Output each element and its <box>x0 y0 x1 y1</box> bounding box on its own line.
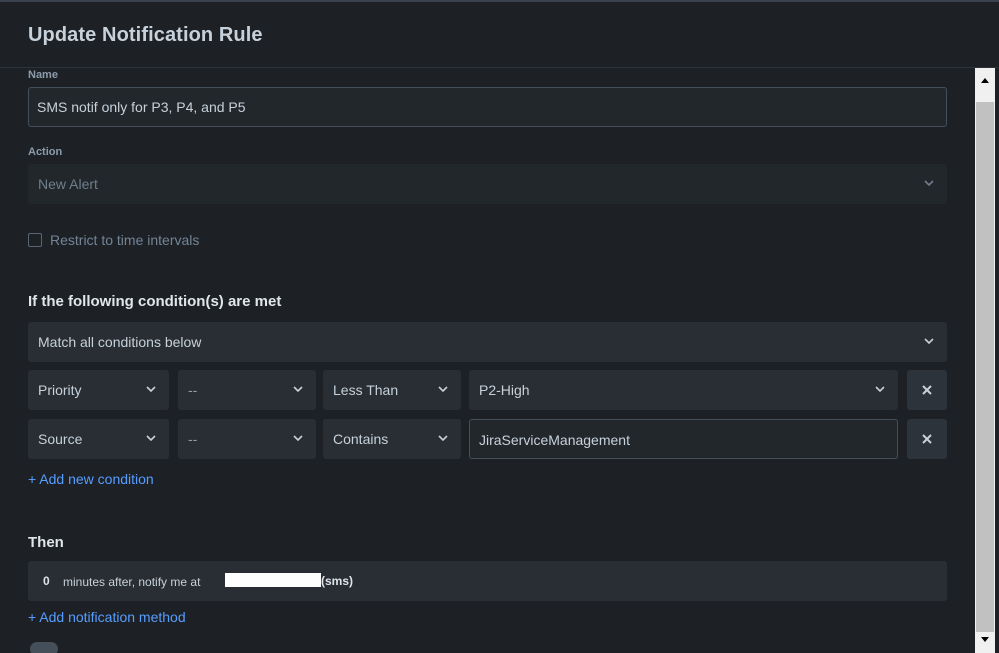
notify-channel: (sms) <box>321 574 354 588</box>
notify-description: minutes after, notify me at <box>63 575 201 589</box>
condition-1-operator-select[interactable]: Less Than <box>323 370 461 410</box>
chevron-down-icon <box>924 180 934 187</box>
condition-1-operator-value: Less Than <box>333 382 399 398</box>
action-label: Action <box>28 146 63 158</box>
condition-1-remove-button[interactable] <box>907 370 947 410</box>
dialog-content: Name SMS notif only for P3, P4, and P5 A… <box>0 68 972 653</box>
chevron-down-icon <box>438 435 448 442</box>
notify-delay-minutes[interactable]: 0 <box>43 574 50 588</box>
conditions-heading: If the following condition(s) are met <box>28 293 282 310</box>
scroll-up-arrow-icon[interactable] <box>976 72 994 89</box>
condition-2-value-input[interactable]: JiraServiceManagement <box>469 419 898 459</box>
toggle-switch[interactable] <box>30 642 58 653</box>
condition-2-modifier-value: -- <box>188 431 198 447</box>
then-heading: Then <box>28 534 64 551</box>
action-select[interactable]: New Alert <box>28 164 947 204</box>
restrict-time-intervals-label: Restrict to time intervals <box>50 232 200 248</box>
chevron-down-icon <box>146 386 156 393</box>
update-notification-rule-dialog: Update Notification Rule Name SMS notif … <box>0 0 999 653</box>
condition-2-operator-value: Contains <box>333 431 389 447</box>
chevron-down-icon <box>293 435 303 442</box>
notification-method-row[interactable]: 0 minutes after, notify me at (sms) <box>28 561 947 601</box>
condition-1-value-select[interactable]: P2-High <box>469 370 898 410</box>
restrict-time-intervals-checkbox[interactable] <box>28 233 42 247</box>
close-icon <box>922 385 932 395</box>
match-conditions-value: Match all conditions below <box>38 334 202 350</box>
redacted-contact <box>225 573 321 587</box>
chevron-down-icon <box>293 386 303 393</box>
condition-1-field-value: Priority <box>38 382 82 398</box>
scrollbar-thumb[interactable] <box>976 102 994 632</box>
chevron-down-icon <box>924 338 934 345</box>
condition-1-modifier-select[interactable]: -- <box>178 370 316 410</box>
dialog-title: Update Notification Rule <box>28 24 263 46</box>
condition-2-remove-button[interactable] <box>907 419 947 459</box>
chevron-down-icon <box>875 386 885 393</box>
scroll-down-arrow-icon[interactable] <box>976 632 994 649</box>
condition-2-operator-select[interactable]: Contains <box>323 419 461 459</box>
close-icon <box>922 434 932 444</box>
match-conditions-select[interactable]: Match all conditions below <box>28 322 947 362</box>
dialog-header: Update Notification Rule <box>0 2 999 68</box>
chevron-down-icon <box>146 435 156 442</box>
condition-1-value: P2-High <box>479 382 530 398</box>
add-new-condition-link[interactable]: + Add new condition <box>28 471 154 487</box>
name-input[interactable]: SMS notif only for P3, P4, and P5 <box>28 87 947 127</box>
condition-1-field-select[interactable]: Priority <box>28 370 169 410</box>
condition-2-field-select[interactable]: Source <box>28 419 169 459</box>
scrollbar[interactable] <box>972 68 999 653</box>
condition-1-modifier-value: -- <box>188 382 198 398</box>
condition-2-field-value: Source <box>38 431 83 447</box>
condition-2-modifier-select[interactable]: -- <box>178 419 316 459</box>
add-notification-method-link[interactable]: + Add notification method <box>28 609 186 625</box>
name-label: Name <box>28 69 58 81</box>
action-select-value: New Alert <box>38 176 98 192</box>
chevron-down-icon <box>438 386 448 393</box>
